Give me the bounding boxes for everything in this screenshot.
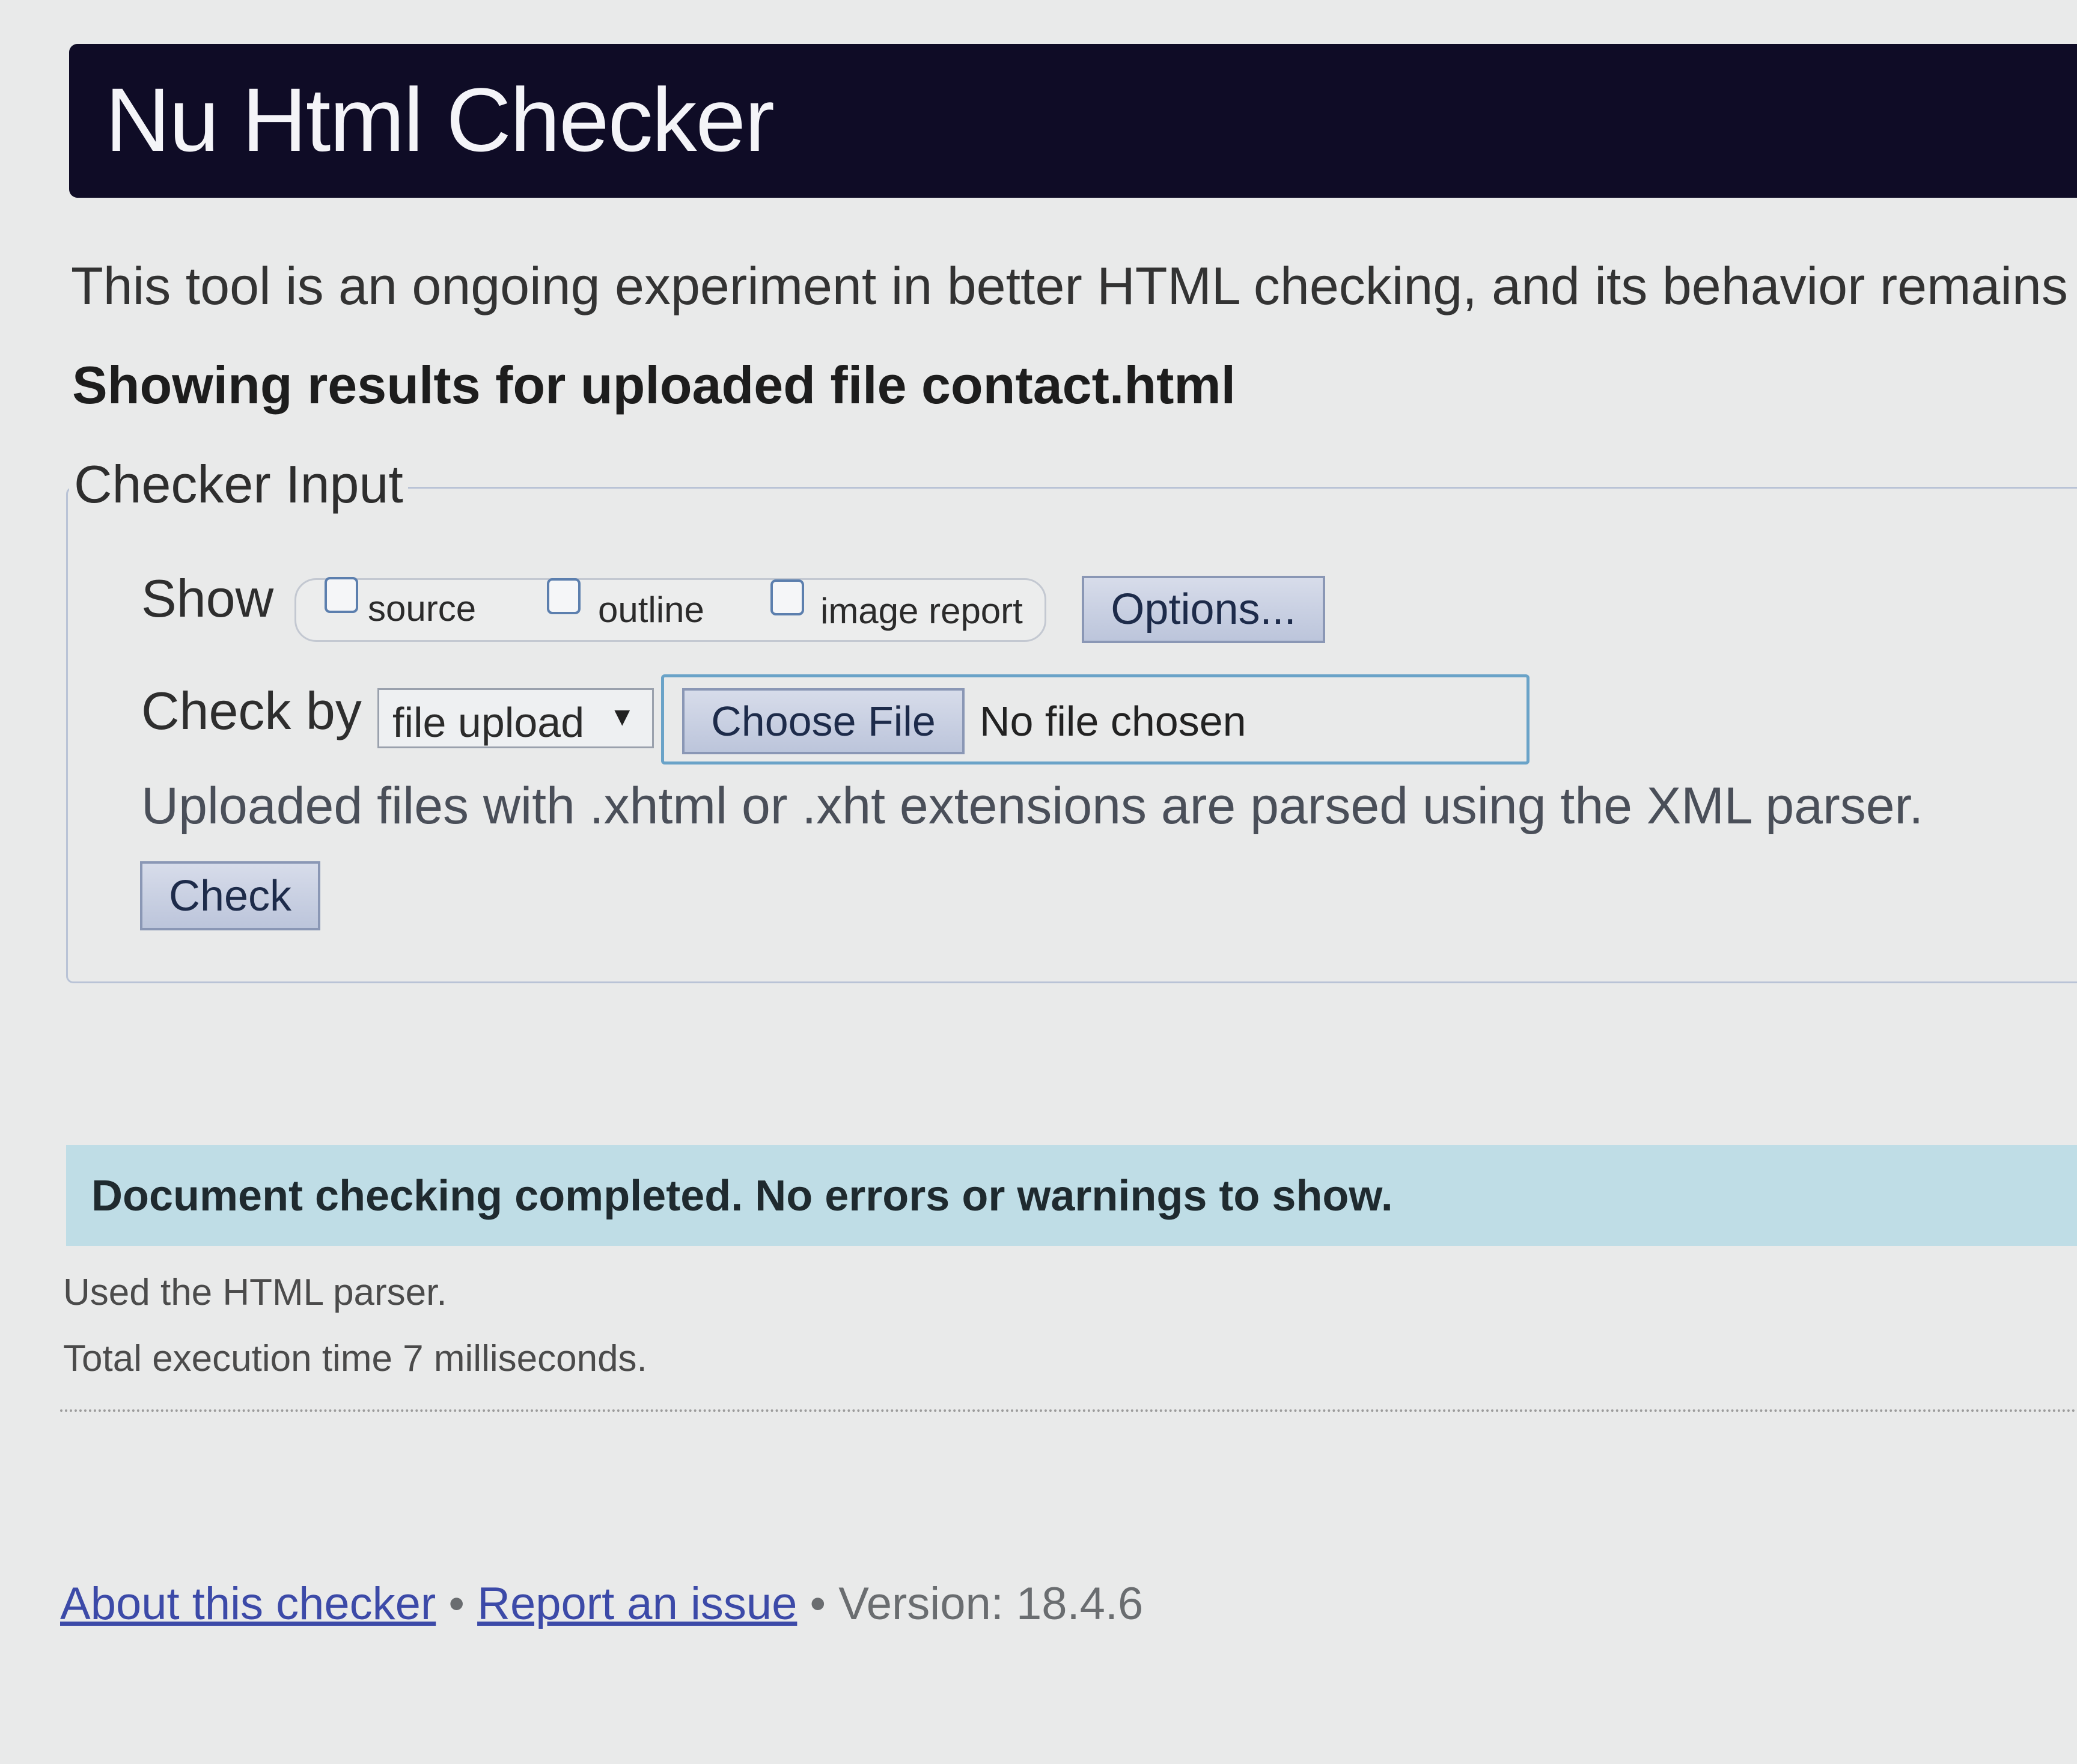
check-by-label: Check by [141,681,362,740]
checker-page: Nu Html Checker This tool is an ongoing … [0,0,2077,1764]
image-report-checkbox[interactable] [770,579,804,615]
execution-time-text: Total execution time 7 milliseconds. [63,1338,647,1379]
parser-note: Uploaded files with .xhtml or .xht exten… [141,777,1924,835]
page-title: Nu Html Checker [105,69,775,170]
options-button[interactable]: Options... [1082,576,1325,643]
check-by-select[interactable]: file upload ▼ [377,688,654,748]
show-label: Show [141,569,274,628]
about-checker-link[interactable]: About this checker [60,1578,436,1629]
footer: About this checker • Report an issue • V… [60,1578,1143,1630]
source-checkbox[interactable] [325,577,358,613]
intro-text: This tool is an ongoing experiment in be… [71,256,2068,316]
parser-used-text: Used the HTML parser. [63,1272,447,1313]
status-message-bar: Document checking completed. No errors o… [66,1145,2077,1246]
check-by-selected-value: file upload [392,699,585,746]
check-button[interactable]: Check [140,861,320,930]
results-heading: Showing results for uploaded file contac… [72,355,1236,415]
image-report-checkbox-label[interactable]: image report [820,590,1023,632]
header-bar: Nu Html Checker [69,44,2077,198]
outline-checkbox[interactable] [547,578,581,614]
version-text: Version: 18.4.6 [838,1578,1144,1629]
footer-separator: • [448,1578,465,1629]
checker-input-legend: Checker Input [69,454,408,515]
dropdown-arrow-icon: ▼ [609,702,635,731]
choose-file-button[interactable]: Choose File [682,688,965,754]
results-divider [60,1409,2077,1412]
footer-separator: • [810,1578,826,1629]
source-checkbox-label[interactable]: source [368,588,476,629]
file-status-text: No file chosen [980,698,1246,745]
report-issue-link[interactable]: Report an issue [477,1578,797,1629]
outline-checkbox-label[interactable]: outline [598,589,704,630]
status-message: Document checking completed. No errors o… [91,1172,1393,1220]
